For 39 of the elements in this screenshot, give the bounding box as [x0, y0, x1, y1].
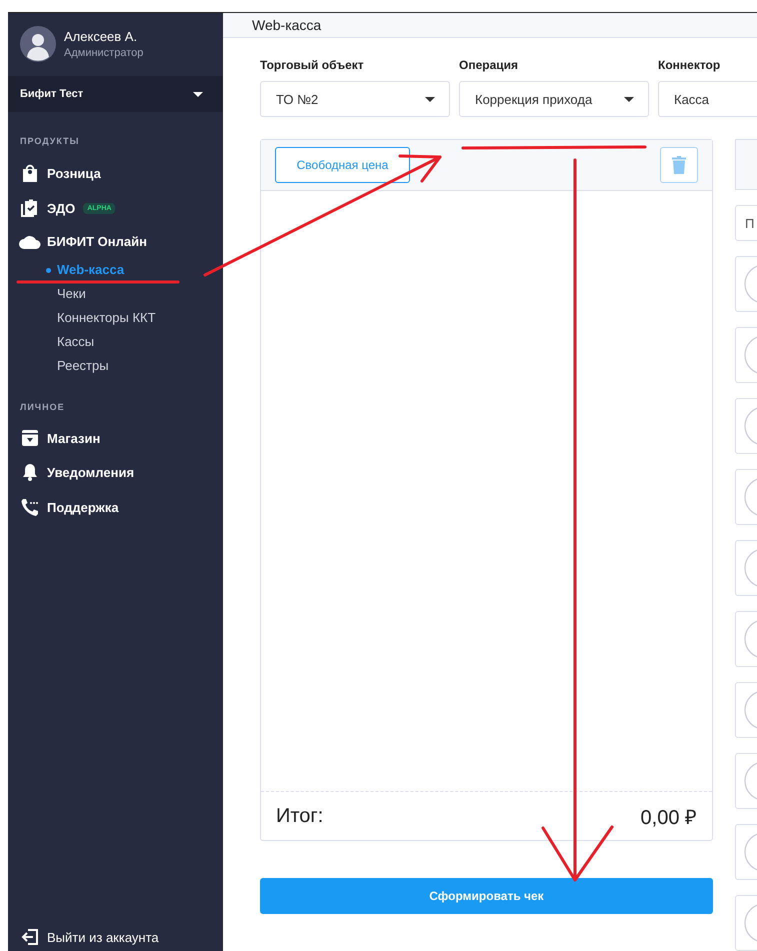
caret-icon — [425, 96, 435, 102]
user-name: Алексеев А. — [64, 29, 138, 44]
caret-icon — [193, 92, 203, 96]
avatar-icon — [20, 26, 56, 62]
logout-icon — [21, 928, 39, 946]
search-field[interactable]: П — [735, 205, 757, 241]
delete-button[interactable] — [660, 147, 698, 183]
logout-link[interactable]: Выйти из аккаунта — [8, 920, 223, 950]
nav-subitem[interactable]: Реестры — [8, 354, 223, 378]
nav-item[interactable]: Розница — [8, 156, 223, 190]
field-label: Торговый объект — [260, 58, 365, 72]
page-title: Web-касса — [252, 17, 322, 33]
bag-icon — [21, 164, 39, 182]
organization-dropdown[interactable]: Бифит Тест — [8, 76, 223, 112]
user-role: Администратор — [64, 47, 144, 59]
section-heading: ПРОДУКТЫ — [19, 135, 80, 148]
nav-item[interactable]: Уведомления — [8, 455, 223, 489]
select-field[interactable]: ТО №2 — [260, 81, 450, 117]
field-label: Операция — [459, 58, 520, 72]
nav-subitem[interactable]: Коннекторы ККТ — [8, 306, 223, 330]
cloud-icon — [19, 234, 41, 248]
nav-item[interactable]: Поддержка — [8, 490, 223, 524]
trash-icon — [672, 156, 686, 174]
field-label: Коннектор — [658, 58, 722, 72]
caret-icon — [624, 96, 634, 102]
total-label: Итог: — [276, 804, 324, 828]
nav-subitem[interactable]: Кассы — [8, 330, 223, 354]
nav-item[interactable]: БИФИТ Онлайн — [8, 226, 223, 257]
total-value: 0,00 ₽ — [640, 806, 697, 830]
section-heading: ЛИЧНОЕ — [19, 401, 66, 414]
bell-icon — [21, 463, 39, 481]
archive-icon — [21, 430, 39, 446]
select-field[interactable]: Касса — [658, 81, 757, 117]
phone-icon — [21, 498, 39, 516]
nav-subitem[interactable]: Чеки — [8, 282, 223, 306]
clipboard-icon — [21, 199, 39, 217]
nav-item[interactable]: Магазин — [8, 422, 223, 454]
select-field[interactable]: Коррекция прихода — [459, 81, 649, 117]
nav-subitem[interactable]: Web-касса — [8, 258, 223, 282]
